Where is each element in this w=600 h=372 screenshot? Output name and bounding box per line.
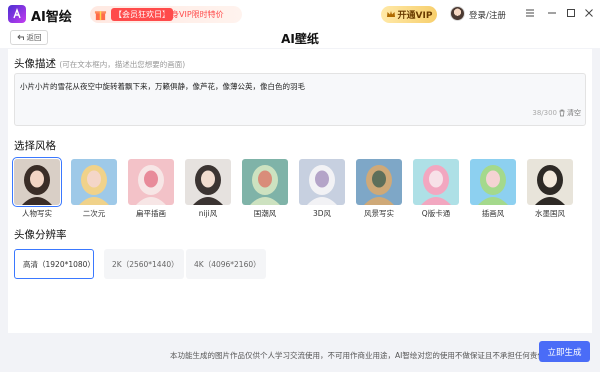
style-option[interactable]: 3D风 <box>299 159 345 219</box>
style-option[interactable]: 人物写实 <box>12 157 62 219</box>
style-option[interactable]: 国潮风 <box>242 159 288 219</box>
gift-icon <box>94 11 107 21</box>
resolution-section-title: 头像分辨率 <box>14 229 67 241</box>
app-name: AI智绘 <box>31 10 72 25</box>
style-thumbnail <box>242 159 288 205</box>
style-label: 水墨国风 <box>535 209 565 218</box>
style-thumbnail <box>413 159 459 205</box>
style-label: 国潮风 <box>253 209 277 218</box>
style-label: 扁平插画 <box>136 209 166 218</box>
style-thumbnail <box>527 159 573 205</box>
clear-label: 清空 <box>567 109 581 117</box>
style-thumbnail <box>470 159 516 205</box>
style-label: 插画风 <box>481 209 505 218</box>
style-thumbnail <box>128 159 174 205</box>
style-thumbnail <box>185 159 231 205</box>
style-thumbnail <box>299 159 345 205</box>
style-thumbnail <box>12 157 62 207</box>
style-option[interactable]: 插画风 <box>470 159 516 219</box>
style-option[interactable]: 扁平插画 <box>128 159 174 219</box>
promo-text: 终身VIP限时特价 <box>163 10 224 19</box>
description-section-title: 头像描述 (可在文本框内，描述出您想要的画面) <box>14 56 185 71</box>
avatar[interactable] <box>450 6 465 21</box>
app-logo-icon <box>8 5 26 23</box>
maximize-icon[interactable] <box>564 6 578 20</box>
description-textarea[interactable]: 小片小片的雪花从夜空中旋转着飘下来，万籁俱静，像芦花，像薄公英，像白色的羽毛 3… <box>14 73 586 126</box>
resolution-option[interactable]: 高清（1920*1080） <box>14 249 95 279</box>
clear-button[interactable]: 清空 <box>558 108 581 118</box>
login-register-link[interactable]: 登录/注册 <box>469 9 506 21</box>
style-option[interactable]: 水墨国风 <box>527 159 573 219</box>
crown-icon <box>386 11 395 17</box>
open-vip-label: 开通VIP <box>397 11 433 21</box>
style-label: 风景写实 <box>364 209 394 218</box>
style-label: 人物写实 <box>22 209 52 218</box>
minimize-icon[interactable] <box>545 6 559 20</box>
disclaimer-text: 本功能生成的图片作品仅供个人学习交流使用，不可用作商业用途，AI智绘对您的使用不… <box>170 351 545 360</box>
resolution-option[interactable]: 4K（4096*2160） <box>186 249 266 279</box>
style-section-title: 选择风格 <box>14 140 56 152</box>
style-option[interactable]: niji风 <box>185 159 231 219</box>
style-thumbnail <box>71 159 117 205</box>
open-vip-button[interactable]: 开通VIP <box>381 6 437 23</box>
style-label: 二次元 <box>82 209 106 218</box>
style-label: Q版卡通 <box>421 209 451 218</box>
description-label: 头像描述 <box>14 58 56 70</box>
generate-button[interactable]: 立即生成 <box>539 341 590 362</box>
style-option[interactable]: 二次元 <box>71 159 117 219</box>
char-count: 38/300 <box>532 109 557 117</box>
resolution-option[interactable]: 2K（2560*1440） <box>104 249 184 279</box>
promo-banner[interactable]: 【会员狂欢日】 终身VIP限时特价 <box>90 6 242 23</box>
close-icon[interactable] <box>582 6 596 20</box>
style-thumbnail <box>356 159 402 205</box>
style-option[interactable]: Q版卡通 <box>413 159 459 219</box>
page-title: AI壁纸 <box>281 32 319 46</box>
style-option[interactable]: 风景写实 <box>356 159 402 219</box>
menu-icon[interactable] <box>523 6 537 20</box>
description-hint: (可在文本框内，描述出您想要的画面) <box>59 60 186 69</box>
description-text: 小片小片的雪花从夜空中旋转着飘下来，万籁俱静，像芦花，像薄公英，像白色的羽毛 <box>20 82 305 91</box>
trash-icon <box>559 109 565 117</box>
style-label: niji风 <box>198 209 218 218</box>
style-label: 3D风 <box>312 209 332 218</box>
main-panel: 头像描述 (可在文本框内，描述出您想要的画面) 小片小片的雪花从夜空中旋转着飘下… <box>8 49 592 333</box>
